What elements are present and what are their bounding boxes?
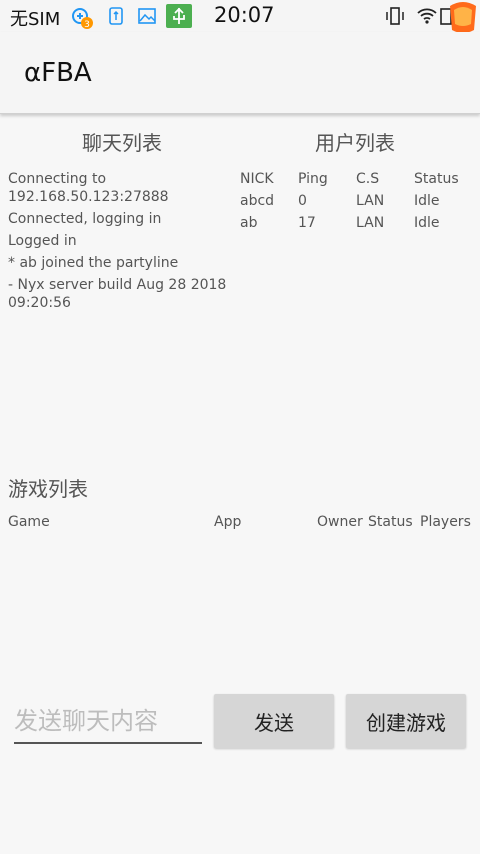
usb-debug-icon — [166, 4, 192, 28]
clock: 20:07 — [214, 3, 275, 27]
column-header-cs: C.S — [356, 171, 380, 187]
image-icon — [137, 6, 157, 26]
badge-count: 3 — [84, 20, 90, 30]
chat-message: Connected, logging in — [8, 211, 162, 227]
status-bar: 无SIM 3 20:07 — [0, 0, 480, 49]
user-status: Idle — [414, 193, 440, 209]
user-table-header: NICK Ping C.S Status — [240, 170, 474, 192]
usb-icon — [106, 6, 126, 26]
user-list-title: 用户列表 — [315, 131, 395, 155]
column-header-owner: Owner — [317, 514, 363, 530]
vibrate-icon — [384, 6, 406, 30]
sim-status: 无SIM — [10, 9, 61, 30]
user-nick: ab — [240, 215, 258, 231]
user-ping: 17 — [298, 215, 316, 231]
column-header-ping: Ping — [298, 171, 328, 187]
column-header-game: Game — [8, 514, 50, 530]
column-header-players: Players — [420, 514, 471, 530]
chat-message: Connecting to 192.168.50.123:27888 — [8, 171, 169, 205]
column-header-nick: NICK — [240, 171, 274, 187]
chat-message: * ab joined the partyline — [8, 255, 179, 271]
app-bar: αFBA — [0, 32, 480, 114]
chat-input[interactable] — [14, 700, 202, 744]
chat-log: Connecting to 192.168.50.123:27888 Conne… — [8, 170, 228, 316]
user-nick: abcd — [240, 193, 275, 209]
user-row[interactable]: ab 17 LAN Idle — [240, 214, 474, 236]
user-table: NICK Ping C.S Status abcd 0 LAN Idle ab … — [240, 170, 474, 236]
create-game-button[interactable]: 创建游戏 — [346, 694, 466, 748]
chat-message: Logged in — [8, 233, 77, 249]
send-button[interactable]: 发送 — [214, 694, 334, 748]
user-status: Idle — [414, 215, 440, 231]
app-title: αFBA — [24, 58, 92, 88]
user-cs: LAN — [356, 215, 385, 231]
user-row[interactable]: abcd 0 LAN Idle — [240, 192, 474, 214]
game-list-title: 游戏列表 — [8, 477, 88, 501]
notification-icon: 3 — [70, 6, 93, 30]
chat-message: - Nyx server build Aug 28 2018 09:20:56 — [8, 277, 227, 311]
user-cs: LAN — [356, 193, 385, 209]
user-ping: 0 — [298, 193, 307, 209]
column-header-status: Status — [368, 514, 413, 530]
chat-list-title: 聊天列表 — [82, 131, 162, 155]
wifi-icon — [416, 6, 438, 30]
column-header-app: App — [214, 514, 242, 530]
column-header-status: Status — [414, 171, 459, 187]
